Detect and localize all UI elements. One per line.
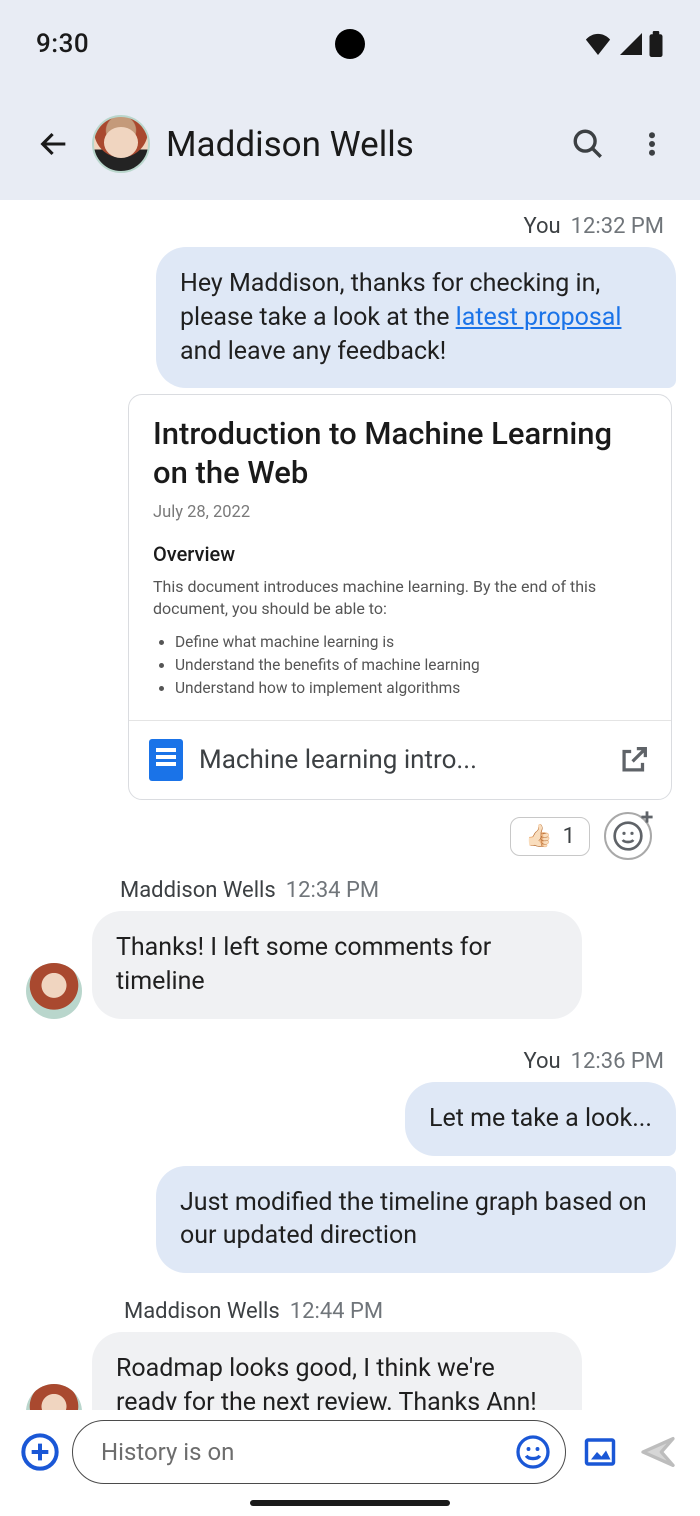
message-row: Let me take a look...	[24, 1082, 676, 1156]
sender-label: Maddison Wells	[120, 878, 276, 903]
cellular-signal-icon	[618, 33, 642, 55]
message-time: 12:44 PM	[290, 1299, 383, 1324]
plus-badge-icon	[640, 810, 654, 824]
reactions-row: 👍🏻 1	[24, 812, 652, 860]
message-row: Thanks! I left some comments for timelin…	[24, 911, 676, 1019]
more-vert-icon	[637, 129, 667, 159]
message-placeholder: History is on	[101, 1438, 515, 1466]
contact-name: Maddison Wells	[166, 124, 548, 165]
message-meta: You 12:36 PM	[24, 1049, 664, 1074]
reaction-emoji: 👍🏻	[525, 824, 552, 849]
back-button[interactable]	[32, 122, 76, 166]
conversation-header: Maddison Wells	[0, 88, 700, 200]
reaction-pill[interactable]: 👍🏻 1	[510, 817, 590, 856]
message-time: 12:32 PM	[571, 214, 664, 239]
camera-cutout	[335, 29, 365, 59]
open-external-icon[interactable]	[617, 743, 651, 777]
message-time: 12:36 PM	[571, 1049, 664, 1074]
arrow-back-icon	[37, 127, 71, 161]
outgoing-message-bubble[interactable]: Hey Maddison, thanks for checking in, pl…	[156, 247, 676, 388]
more-options-button[interactable]	[628, 120, 676, 168]
search-icon	[571, 127, 605, 161]
doc-heading: Overview	[153, 542, 647, 566]
sender-label: Maddison Wells	[124, 1299, 280, 1324]
status-indicators	[584, 31, 664, 57]
search-button[interactable]	[564, 120, 612, 168]
message-row: Hey Maddison, thanks for checking in, pl…	[24, 247, 676, 388]
doc-title: Introduction to Machine Learning on the …	[153, 415, 647, 493]
attachment-footer[interactable]: Machine learning intro...	[129, 720, 671, 799]
chat-body: You 12:32 PM Hey Maddison, thanks for ch…	[0, 200, 700, 1440]
status-time: 9:30	[36, 29, 89, 59]
emoji-icon[interactable]	[515, 1434, 551, 1470]
outgoing-message-bubble[interactable]: Just modified the timeline graph based o…	[156, 1166, 676, 1274]
doc-bullets: Define what machine learning is Understa…	[175, 631, 647, 701]
message-input[interactable]: History is on	[72, 1420, 566, 1484]
message-meta: Maddison Wells 12:34 PM	[120, 878, 664, 903]
message-text: Roadmap looks good, I think we're ready …	[116, 1354, 537, 1417]
send-icon	[638, 1432, 678, 1472]
composer-bar: History is on	[0, 1410, 700, 1484]
message-row: Just modified the timeline graph based o…	[24, 1156, 676, 1274]
doc-bullet: Understand the benefits of machine learn…	[175, 654, 647, 677]
reaction-count: 1	[563, 824, 575, 849]
sender-avatar[interactable]	[26, 963, 82, 1019]
image-icon	[582, 1434, 618, 1470]
doc-bullet: Define what machine learning is	[175, 631, 647, 654]
sender-label: You	[523, 1049, 560, 1074]
status-bar: 9:30	[0, 0, 700, 88]
google-docs-icon	[149, 739, 183, 781]
message-text-post: and leave any feedback!	[180, 337, 446, 366]
attach-button[interactable]	[18, 1430, 62, 1474]
add-reaction-button[interactable]	[604, 812, 652, 860]
message-text: Just modified the timeline graph based o…	[180, 1188, 647, 1251]
attachment-preview: Introduction to Machine Learning on the …	[129, 395, 671, 720]
sender-label: You	[523, 214, 560, 239]
doc-date: July 28, 2022	[153, 503, 647, 522]
incoming-message-bubble[interactable]: Thanks! I left some comments for timelin…	[92, 911, 582, 1019]
proposal-link[interactable]: latest proposal	[456, 303, 622, 332]
send-button[interactable]	[634, 1428, 682, 1476]
message-time: 12:34 PM	[286, 878, 379, 903]
wifi-icon	[584, 33, 612, 55]
message-meta: You 12:32 PM	[24, 214, 664, 239]
message-text: Let me take a look...	[429, 1104, 652, 1133]
insert-image-button[interactable]	[576, 1428, 624, 1476]
message-meta: Maddison Wells 12:44 PM	[124, 1299, 664, 1324]
battery-icon	[648, 31, 664, 57]
attachment-filename: Machine learning intro...	[199, 745, 601, 775]
message-text: Thanks! I left some comments for timelin…	[116, 933, 491, 996]
doc-bullet: Understand how to implement algorithms	[175, 677, 647, 700]
contact-avatar[interactable]	[92, 115, 150, 173]
plus-circle-icon	[20, 1432, 60, 1472]
outgoing-message-bubble[interactable]: Let me take a look...	[405, 1082, 676, 1156]
emoji-add-icon	[612, 820, 644, 852]
attachment-card[interactable]: Introduction to Machine Learning on the …	[128, 394, 672, 800]
doc-paragraph: This document introduces machine learnin…	[153, 576, 647, 621]
navigation-handle[interactable]	[250, 1500, 450, 1506]
